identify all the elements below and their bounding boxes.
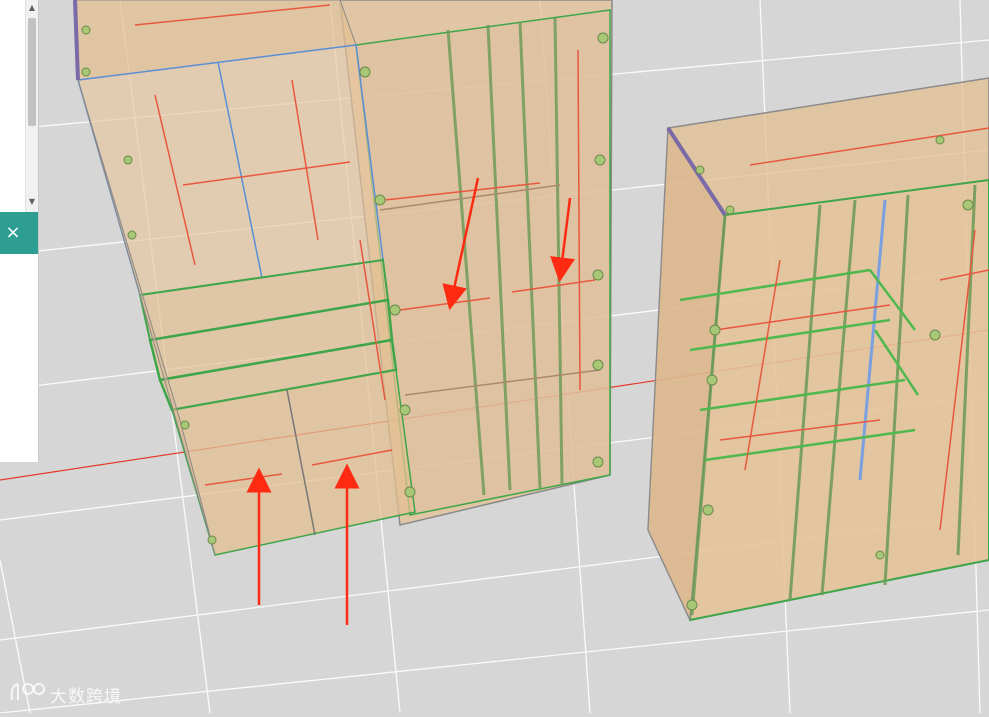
watermark-logo-icon (10, 683, 45, 701)
side-panel: ▲ ▼ × (0, 0, 39, 462)
panel-header-bar: × (0, 212, 38, 254)
right-cabinet-model (647, 77, 989, 622)
left-cabinet-model (73, 0, 613, 556)
scrollbar-thumb[interactable] (28, 18, 36, 126)
scene-canvas[interactable] (0, 0, 989, 714)
scroll-down-arrow-icon[interactable]: ▼ (26, 196, 38, 208)
close-icon[interactable]: × (4, 224, 22, 242)
watermark: 大数跨境 (8, 680, 138, 708)
panel-scrollbar[interactable]: ▲ ▼ (25, 0, 38, 212)
watermark-text: 大数跨境 (50, 687, 122, 707)
scroll-up-arrow-icon[interactable]: ▲ (26, 2, 38, 14)
3d-viewport[interactable] (0, 0, 989, 714)
